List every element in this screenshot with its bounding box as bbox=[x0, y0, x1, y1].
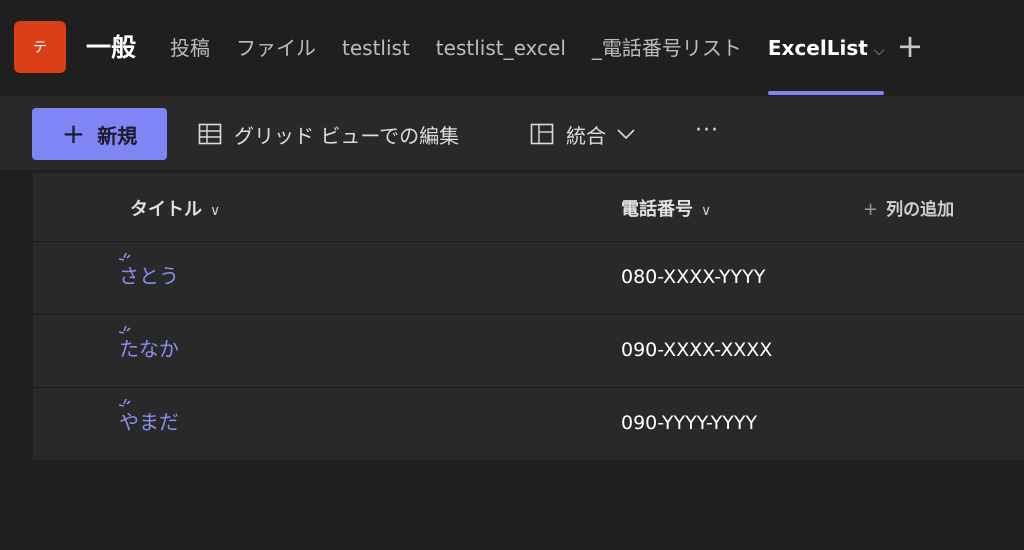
integrate-button[interactable]: 統合 bbox=[530, 108, 636, 160]
tab-files[interactable]: ファイル bbox=[236, 30, 316, 66]
list-header: タイトル ∨ 電話番号 ∨ + 列の追加 bbox=[33, 173, 1024, 242]
active-tab-indicator bbox=[767, 91, 885, 95]
tab-testlist[interactable]: testlist bbox=[342, 30, 410, 66]
add-tab-button[interactable]: + bbox=[896, 28, 924, 64]
add-column-button[interactable]: + 列の追加 bbox=[863, 195, 954, 220]
tab-label: testlist_excel bbox=[435, 36, 566, 60]
add-column-label: 列の追加 bbox=[886, 200, 955, 220]
tab-phone-list[interactable]: _電話番号リスト bbox=[592, 30, 742, 66]
chevron-down-icon bbox=[617, 129, 635, 140]
column-header-title[interactable]: タイトル ∨ bbox=[130, 195, 220, 221]
row-phone: 080-XXXX-YYYY bbox=[621, 266, 766, 288]
channel-title: 一般 bbox=[86, 33, 137, 62]
row-title-link[interactable]: さとう bbox=[119, 260, 179, 289]
chevron-down-icon[interactable]: ⌵ bbox=[874, 43, 885, 59]
integrate-icon bbox=[530, 123, 554, 145]
tab-testlist-excel[interactable]: testlist_excel bbox=[436, 30, 566, 66]
tab-label: ファイル bbox=[236, 36, 316, 60]
tab-label: 投稿 bbox=[170, 36, 210, 60]
channel-header: テ 一般 投稿 ファイル testlist testlist_excel _電話… bbox=[0, 0, 1024, 97]
table-row[interactable]: さとう 080-XXXX-YYYY bbox=[33, 242, 1024, 315]
grid-view-icon bbox=[198, 123, 222, 145]
new-item-button[interactable]: + 新規 bbox=[32, 108, 167, 160]
new-item-label: 新規 bbox=[97, 123, 138, 148]
tab-bar: 投稿 ファイル testlist testlist_excel _電話番号リスト… bbox=[170, 30, 910, 96]
more-icon: ··· bbox=[695, 118, 719, 143]
grid-edit-button[interactable]: グリッド ビューでの編集 bbox=[198, 108, 459, 160]
row-title-link[interactable]: たなか bbox=[119, 333, 179, 362]
tab-label: ExcelList bbox=[767, 36, 868, 60]
column-title-label: タイトル bbox=[130, 199, 202, 220]
column-phone-label: 電話番号 bbox=[621, 199, 693, 220]
row-title-link[interactable]: やまだ bbox=[119, 406, 179, 435]
integrate-label: 統合 bbox=[566, 123, 606, 148]
plus-icon: + bbox=[61, 117, 86, 150]
chevron-down-icon: ∨ bbox=[210, 203, 221, 219]
column-header-phone[interactable]: 電話番号 ∨ bbox=[621, 195, 711, 221]
table-row[interactable]: たなか 090-XXXX-XXXX bbox=[33, 315, 1024, 388]
chevron-down-icon: ∨ bbox=[701, 203, 712, 219]
list-view: タイトル ∨ 電話番号 ∨ + 列の追加 さとう 080-XXXX-YYYY たなか … bbox=[33, 173, 1024, 461]
team-avatar-letter: テ bbox=[33, 40, 47, 56]
tab-excellist[interactable]: ExcelList ⌵ bbox=[767, 30, 885, 95]
plus-icon: + bbox=[896, 27, 924, 65]
table-row[interactable]: やまだ 090-YYYY-YYYY bbox=[33, 388, 1024, 461]
more-options-button[interactable]: ··· bbox=[690, 108, 724, 160]
team-avatar[interactable]: テ bbox=[14, 21, 66, 73]
grid-edit-label: グリッド ビューでの編集 bbox=[234, 123, 460, 148]
tab-label: testlist bbox=[342, 36, 410, 60]
row-phone: 090-YYYY-YYYY bbox=[621, 412, 758, 434]
tab-label: _電話番号リスト bbox=[591, 36, 742, 60]
list-toolbar: + 新規 グリッド ビューでの編集 統合 ··· bbox=[0, 97, 1024, 170]
row-phone: 090-XXXX-XXXX bbox=[621, 339, 773, 361]
tab-posts[interactable]: 投稿 bbox=[170, 30, 210, 66]
plus-icon: + bbox=[863, 199, 879, 220]
